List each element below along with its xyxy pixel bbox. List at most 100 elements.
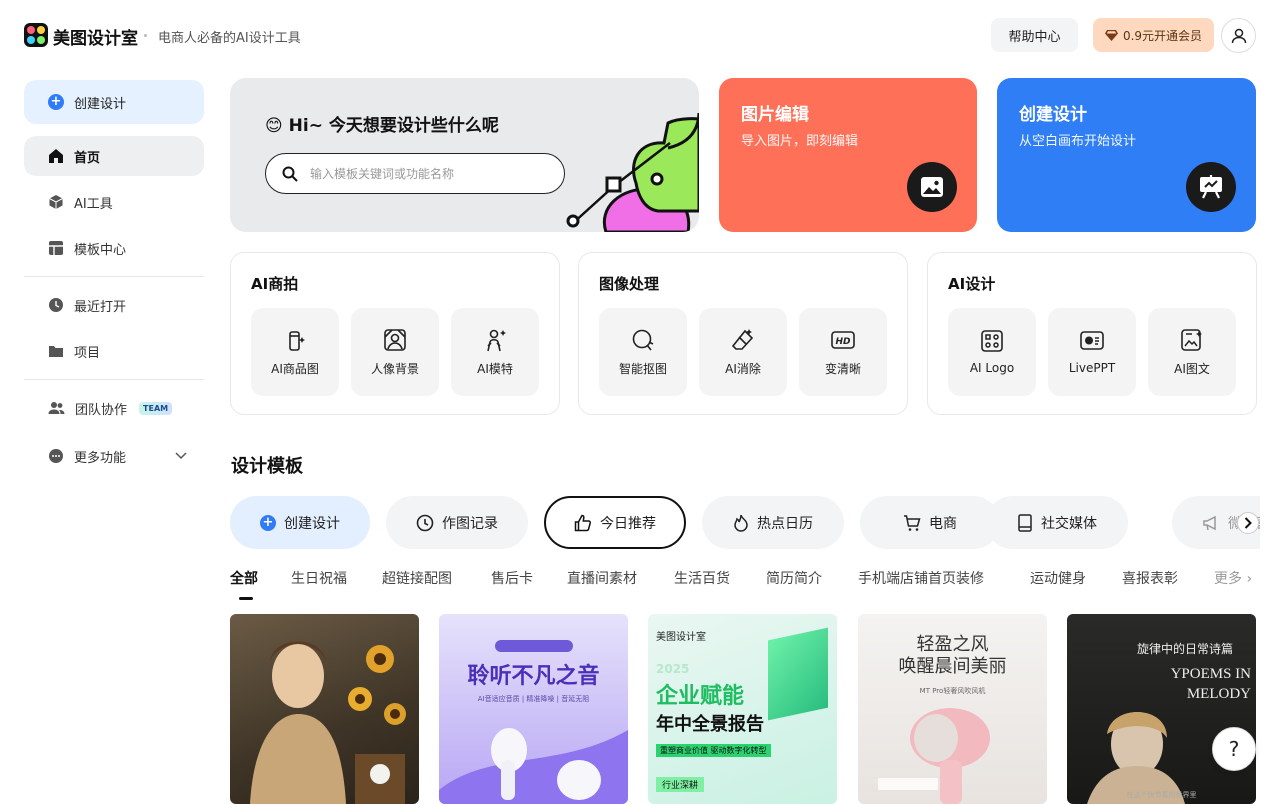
sidebar-create-design-button[interactable]: + 创建设计 xyxy=(24,80,204,124)
help-center-button[interactable]: 帮助中心 xyxy=(991,18,1078,52)
subtab-more[interactable]: 更多 › xyxy=(1214,568,1252,588)
chips-scroll-right-button[interactable] xyxy=(1237,512,1259,534)
template-card-enterprise-report[interactable]: 美图设计室 2025 企业赋能 年中全景报告 重塑商业价值 驱动数字化转型 行业… xyxy=(648,614,837,804)
chip-label: 电商 xyxy=(929,515,957,532)
tool-group-ai-shoot: AI商拍 AI商品图 人像背景 AI模特 xyxy=(230,252,560,415)
tool-portrait-background[interactable]: 人像背景 xyxy=(351,308,439,396)
template-tag xyxy=(495,640,573,652)
template-card-poem[interactable]: 旋律中的日常诗篇 YPOEMS IN MELODY 在这个快节奏的世界里 xyxy=(1067,614,1256,804)
tool-liveppt[interactable]: LivePPT xyxy=(1048,308,1136,396)
chip-ecommerce[interactable]: 电商 xyxy=(860,496,1000,549)
chevron-down-icon xyxy=(175,452,187,460)
team-badge: TEAM xyxy=(139,401,173,415)
svg-text:HD: HD xyxy=(835,337,851,347)
sidebar-item-label: 首页 xyxy=(74,150,101,166)
sidebar-item-ai-tools[interactable]: AI工具 xyxy=(24,182,204,222)
user-avatar-button[interactable] xyxy=(1221,18,1256,53)
subtab-after-sales-card[interactable]: 售后卡 xyxy=(491,568,533,588)
template-shape xyxy=(768,627,828,721)
subtab-daily-goods[interactable]: 生活百货 xyxy=(674,568,730,588)
sidebar-item-label: 团队协作 xyxy=(75,402,128,418)
chip-label: 今日推荐 xyxy=(600,515,656,532)
hero-banner: 😊 Hi~ 今天想要设计些什么呢 xyxy=(230,78,699,232)
chip-today-recommend[interactable]: 今日推荐 xyxy=(544,496,686,549)
tool-group-image-processing: 图像处理 智能抠图 AI消除 HD 变清晰 xyxy=(578,252,908,415)
subtab-hyperlink-image[interactable]: 超链接配图 xyxy=(382,568,452,588)
brand-logo[interactable] xyxy=(24,23,48,47)
sidebar-item-templates[interactable]: 模板中心 xyxy=(24,228,204,268)
tool-ai-product-image[interactable]: AI商品图 xyxy=(251,308,339,396)
hero-greeting: 😊 Hi~ 今天想要设计些什么呢 xyxy=(265,116,499,136)
chevron-right-icon xyxy=(1244,517,1252,529)
template-note: 在这个快节奏的世界里 xyxy=(1126,791,1197,799)
image-edit-card[interactable]: 图片编辑 导入图片，即刻编辑 xyxy=(719,78,977,232)
template-brand: 美图设计室 xyxy=(656,632,706,643)
subtab-all[interactable]: 全部 xyxy=(230,568,258,588)
templates-section-title: 设计模板 xyxy=(231,456,303,477)
tool-ai-logo[interactable]: AI Logo xyxy=(948,308,1036,396)
tool-group-title: AI商拍 xyxy=(251,275,299,293)
tool-label: LivePPT xyxy=(1068,361,1116,375)
tool-label: AI Logo xyxy=(969,361,1015,375)
template-note: MT Pro轻奢风吹风机 xyxy=(919,687,986,695)
chip-social-media[interactable]: 社交媒体 xyxy=(986,496,1128,549)
subtab-fitness[interactable]: 运动健身 xyxy=(1030,568,1086,588)
book-icon xyxy=(1018,513,1032,532)
sidebar-item-more[interactable]: 更多功能 xyxy=(24,436,204,476)
tool-ai-model[interactable]: AI模特 xyxy=(451,308,539,396)
chip-history[interactable]: 作图记录 xyxy=(386,496,528,549)
sidebar-item-home[interactable]: 首页 xyxy=(24,136,204,176)
diamond-icon xyxy=(1104,29,1118,41)
template-card-earbuds[interactable]: 聆听不凡之音 AI音适应音质 | 精准降噪 | 音延无阻 xyxy=(439,614,628,804)
sidebar-create-label: 创建设计 xyxy=(74,96,127,112)
subtab-more-label: 更多 xyxy=(1214,571,1242,587)
create-design-card[interactable]: 创建设计 从空白画布开始设计 xyxy=(997,78,1256,232)
folder-icon xyxy=(49,346,63,357)
brand-name[interactable]: 美图设计室 xyxy=(53,24,138,49)
sidebar-divider xyxy=(24,379,204,380)
chip-create-design[interactable]: + 创建设计 xyxy=(230,496,370,549)
template-tag: 行业深耕 xyxy=(656,777,705,792)
subtab-resume[interactable]: 简历简介 xyxy=(766,568,822,588)
subtab-live-assets[interactable]: 直播间素材 xyxy=(567,568,637,588)
tool-ai-eraser[interactable]: AI消除 xyxy=(699,308,787,396)
ppt-icon xyxy=(1080,331,1104,350)
clock-icon xyxy=(49,298,63,312)
tool-label: AI商品图 xyxy=(271,361,319,376)
subtab-birthday[interactable]: 生日祝福 xyxy=(291,568,347,588)
search-box[interactable] xyxy=(265,153,565,194)
vip-button[interactable]: 0.9元开通会员 xyxy=(1093,18,1214,52)
tool-label: AI消除 xyxy=(725,361,761,376)
flame-icon xyxy=(734,514,748,532)
eraser-icon xyxy=(731,328,754,350)
image-icon xyxy=(921,177,943,197)
subtab-mobile-shop-decor[interactable]: 手机端店铺首页装修 xyxy=(858,568,984,588)
tool-enhance-hd[interactable]: HD 变清晰 xyxy=(799,308,887,396)
template-card-oil-painting[interactable] xyxy=(230,614,419,804)
chip-hot-calendar[interactable]: 热点日历 xyxy=(702,496,844,549)
cart-icon xyxy=(904,514,921,531)
tool-smart-cutout[interactable]: 智能抠图 xyxy=(599,308,687,396)
help-floating-button[interactable]: ? xyxy=(1212,727,1256,771)
sidebar-item-label: 模板中心 xyxy=(74,242,127,258)
sidebar-item-label: AI工具 xyxy=(74,196,113,212)
sidebar-item-recent[interactable]: 最近打开 xyxy=(24,285,204,325)
search-input[interactable] xyxy=(310,166,540,181)
template-icon xyxy=(49,241,63,255)
team-icon xyxy=(48,402,65,414)
template-subline: 年中全景报告 xyxy=(656,714,764,735)
template-subline: 唤醒晨间美丽 xyxy=(898,656,1007,677)
sidebar-item-team[interactable]: 团队协作 TEAM xyxy=(24,388,204,428)
search-icon xyxy=(282,166,298,182)
category-chips: + 创建设计 作图记录 今日推荐 热点日历 电商 社交媒体 微信营销 xyxy=(230,496,1260,550)
more-icon xyxy=(49,449,63,463)
sidebar-item-projects[interactable]: 项目 xyxy=(24,331,204,371)
chip-label: 热点日历 xyxy=(757,515,813,532)
template-card-hairdryer[interactable]: 轻盈之风 唤醒晨间美丽 MT Pro轻奢风吹风机 xyxy=(858,614,1047,804)
cube-icon xyxy=(49,195,63,209)
sidebar-item-label: 更多功能 xyxy=(74,450,127,466)
tool-ai-image-text[interactable]: AI图文 xyxy=(1148,308,1236,396)
subtab-good-news[interactable]: 喜报表彰 xyxy=(1122,568,1178,588)
chip-label: 创建设计 xyxy=(284,515,340,532)
portrait-icon xyxy=(384,328,406,351)
